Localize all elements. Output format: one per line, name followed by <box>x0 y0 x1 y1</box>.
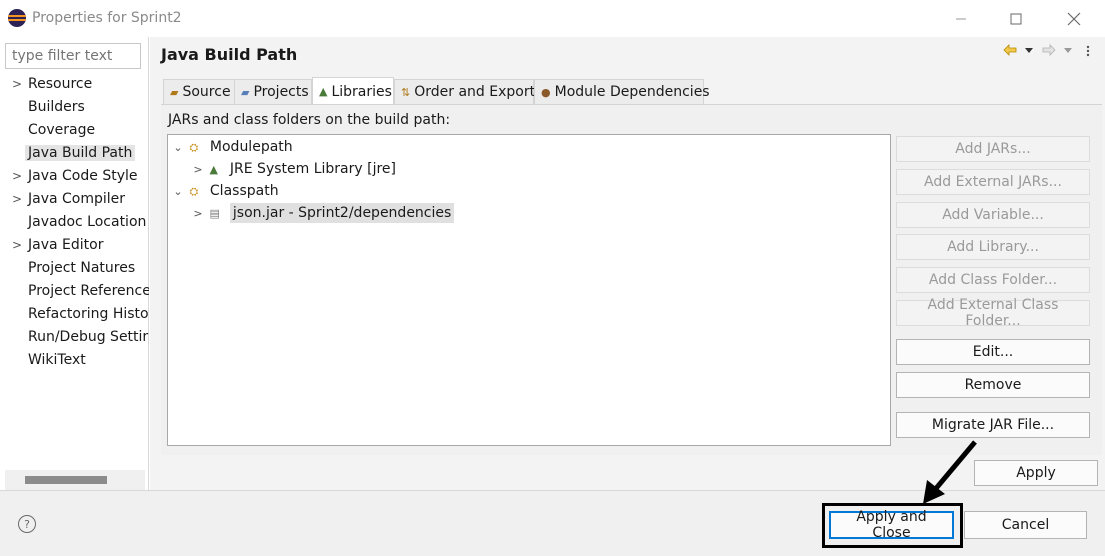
tab-order-and-export[interactable]: ⇅ Order and Export <box>394 79 535 104</box>
tree-item-json-jar[interactable]: > ▤ json.jar - Sprint2/dependencies <box>168 202 890 224</box>
sidebar-item-java-compiler[interactable]: > Java Compiler <box>12 188 149 210</box>
build-path-container-icon: ⛭ <box>189 141 199 154</box>
sidebar-item-project-references[interactable]: Project Reference: <box>12 280 149 302</box>
libraries-icon: ▲ <box>319 85 328 98</box>
jar-file-icon: ▤ <box>209 207 220 220</box>
annotation-highlight-box <box>822 503 963 548</box>
window-title: Properties for Sprint2 <box>32 10 182 26</box>
back-arrow-icon[interactable] <box>1003 44 1017 60</box>
sidebar-item-java-editor[interactable]: > Java Editor <box>12 234 149 256</box>
build-path-container-icon: ⛭ <box>189 185 199 198</box>
library-icon: ▲ <box>209 163 218 176</box>
sidebar-item-coverage[interactable]: Coverage <box>12 119 149 141</box>
filter-input[interactable] <box>5 43 141 69</box>
page-title: Java Build Path <box>161 45 298 64</box>
forward-arrow-icon[interactable] <box>1042 44 1056 60</box>
migrate-jar-button[interactable]: Migrate JAR File... <box>896 412 1090 438</box>
sidebar-item-wikitext[interactable]: WikiText <box>12 349 149 371</box>
add-class-folder-button[interactable]: Add Class Folder... <box>896 267 1090 293</box>
eclipse-logo-icon <box>8 9 26 27</box>
projects-icon: ▰ <box>241 85 250 99</box>
sidebar-item-resource[interactable]: > Resource <box>12 73 149 95</box>
sidebar-item-java-code-style[interactable]: > Java Code Style <box>12 165 149 187</box>
order-export-icon: ⇅ <box>401 85 411 99</box>
section-label: JARs and class folders on the build path… <box>168 112 451 128</box>
sidebar-item-builders[interactable]: Builders <box>12 96 149 118</box>
maximize-icon <box>1010 13 1022 25</box>
edit-button[interactable]: Edit... <box>896 339 1090 365</box>
close-button[interactable] <box>1051 6 1097 32</box>
minimize-icon <box>956 18 966 20</box>
source-folder-icon: ▰ <box>170 85 179 99</box>
sidebar-item-javadoc-location[interactable]: Javadoc Location <box>12 211 149 233</box>
help-icon[interactable]: ? <box>18 515 36 533</box>
remove-button[interactable]: Remove <box>896 372 1090 398</box>
tree-item-classpath[interactable]: ⌄ ⛭ Classpath <box>168 180 890 202</box>
tab-module-dependencies[interactable]: ● Module Dependencies <box>534 79 710 104</box>
apply-button[interactable]: Apply <box>974 460 1098 486</box>
chevron-right-icon[interactable]: > <box>12 165 28 187</box>
module-icon: ● <box>541 85 551 99</box>
chevron-down-icon[interactable]: ⌄ <box>171 137 185 159</box>
sidebar-item-refactoring-history[interactable]: Refactoring Histo <box>12 303 149 325</box>
tree-item-jre-system-library[interactable]: > ▲ JRE System Library [jre] <box>168 158 890 180</box>
sidebar-item-project-natures[interactable]: Project Natures <box>12 257 149 279</box>
tree-item-modulepath[interactable]: ⌄ ⛭ Modulepath <box>168 136 890 158</box>
back-dropdown-icon[interactable] <box>1024 44 1034 60</box>
scrollbar-thumb[interactable] <box>25 476 107 484</box>
chevron-right-icon[interactable]: > <box>191 159 205 181</box>
minimize-button[interactable] <box>938 6 984 32</box>
close-icon <box>1067 12 1081 26</box>
sidebar-item-run-debug-settings[interactable]: Run/Debug Settir <box>12 326 149 348</box>
add-external-class-folder-button[interactable]: Add External Class Folder... <box>896 297 1090 329</box>
maximize-button[interactable] <box>993 6 1039 32</box>
add-library-button[interactable]: Add Library... <box>896 234 1090 260</box>
add-jars-button[interactable]: Add JARs... <box>896 136 1090 162</box>
chevron-right-icon[interactable]: > <box>191 203 205 225</box>
forward-dropdown-icon[interactable] <box>1063 44 1073 60</box>
add-variable-button[interactable]: Add Variable... <box>896 202 1090 228</box>
chevron-right-icon[interactable]: > <box>12 188 28 210</box>
cancel-button[interactable]: Cancel <box>964 511 1087 539</box>
build-path-tree[interactable]: ⌄ ⛭ Modulepath > ▲ JRE System Library [j… <box>167 134 891 446</box>
chevron-down-icon[interactable]: ⌄ <box>171 181 185 203</box>
tab-libraries[interactable]: ▲ Libraries <box>312 77 394 105</box>
add-external-jars-button[interactable]: Add External JARs... <box>896 169 1090 195</box>
view-menu-icon[interactable] <box>1085 44 1091 62</box>
chevron-right-icon[interactable]: > <box>12 234 28 256</box>
chevron-right-icon[interactable]: > <box>12 73 28 95</box>
sidebar-item-java-build-path[interactable]: Java Build Path <box>12 142 149 164</box>
tab-projects[interactable]: ▰ Projects <box>234 79 312 104</box>
annotation-arrow-icon <box>923 440 977 504</box>
